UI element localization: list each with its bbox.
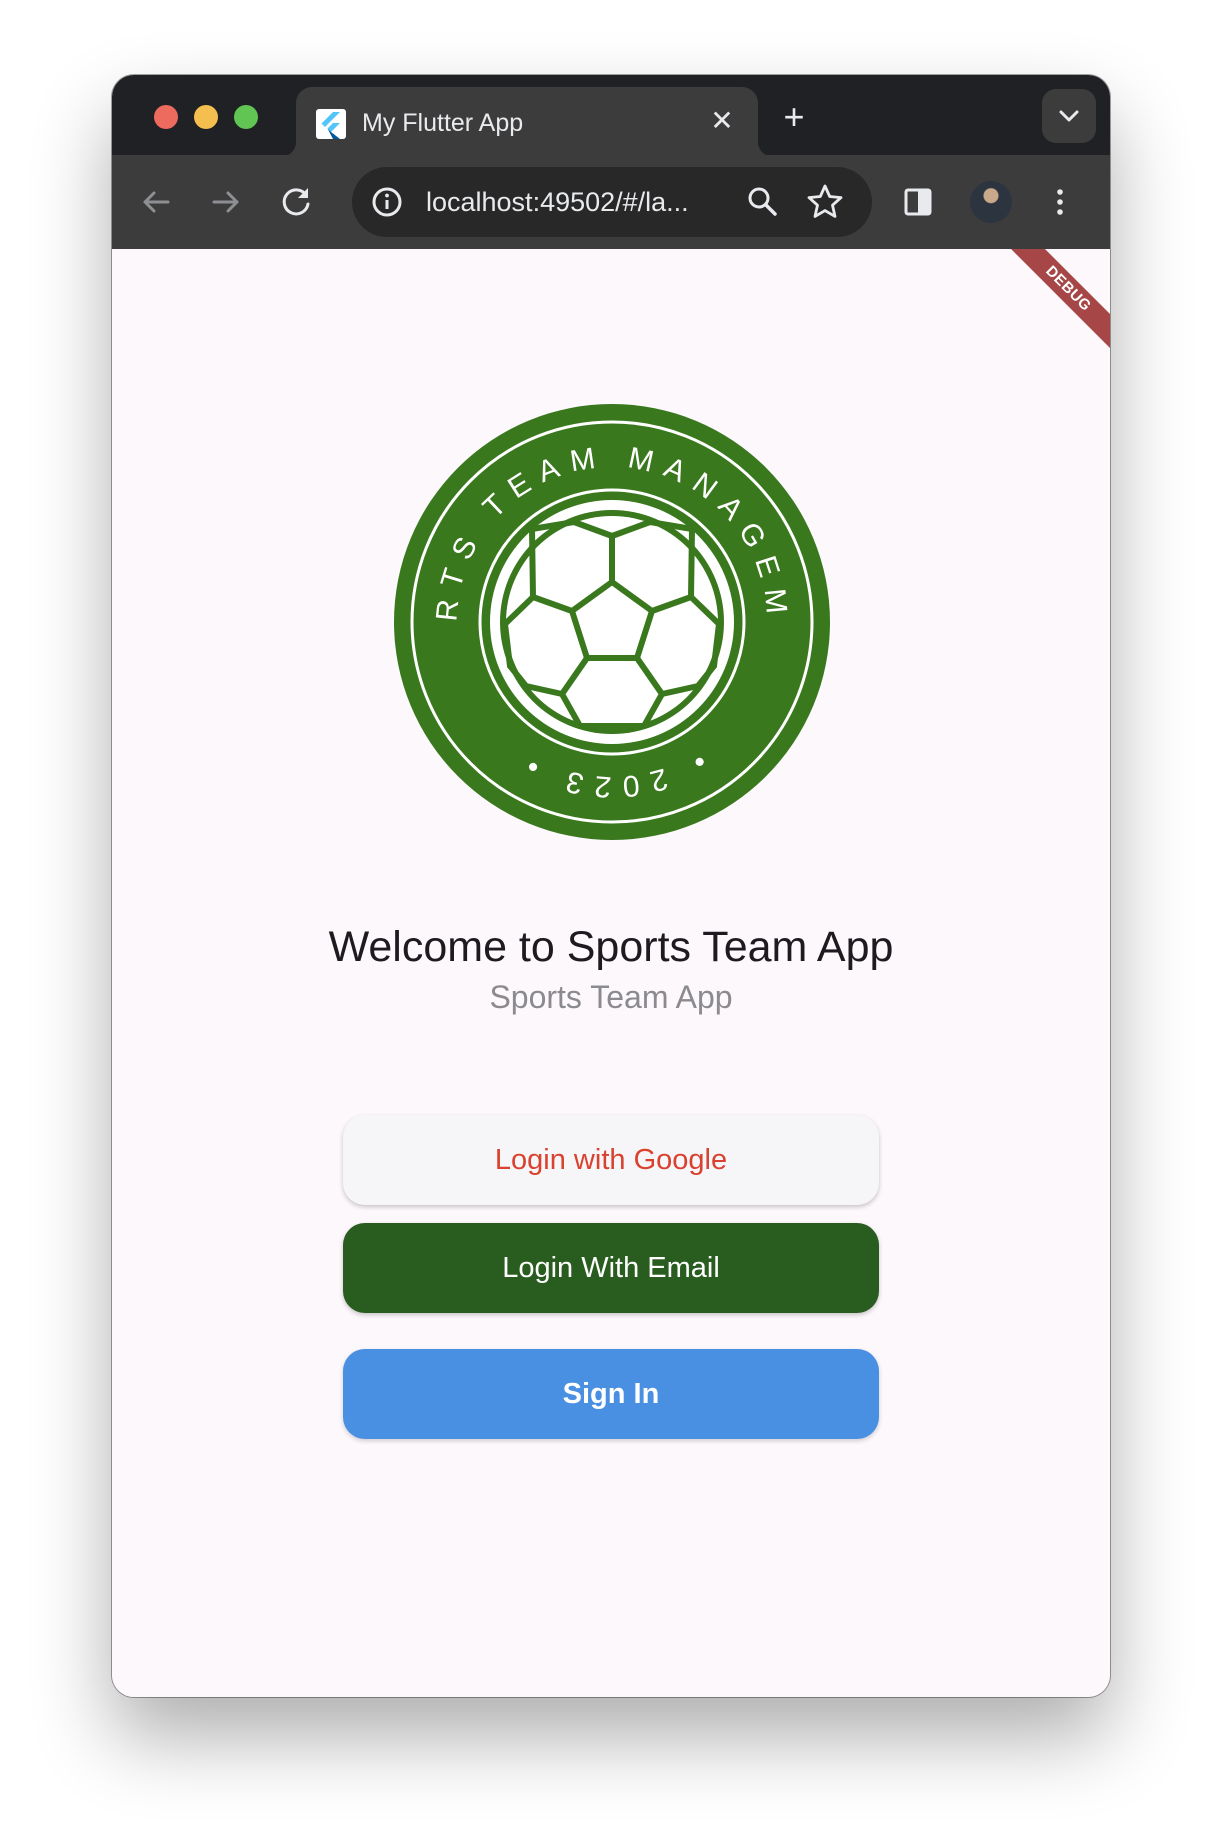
close-window-button[interactable] — [154, 105, 178, 129]
address-bar[interactable]: localhost:49502/#/la... — [352, 167, 872, 237]
tab-bar: My Flutter App ✕ + — [112, 75, 1110, 157]
tab-title: My Flutter App — [362, 109, 524, 137]
maximize-window-button[interactable] — [234, 105, 258, 129]
kebab-menu-icon[interactable] — [1036, 178, 1084, 226]
team-logo: SPORTS TEAM MANAGEMENT • 2023 • — [377, 378, 830, 840]
side-panel-icon[interactable] — [894, 178, 942, 226]
login-google-button[interactable]: Login with Google — [343, 1115, 879, 1205]
browser-tab[interactable]: My Flutter App ✕ — [280, 87, 774, 157]
back-arrow-icon[interactable] — [132, 178, 180, 226]
sign-in-button[interactable]: Sign In — [343, 1349, 879, 1439]
info-icon[interactable] — [366, 181, 408, 223]
browser-toolbar: localhost:49502/#/la... — [112, 155, 1110, 249]
browser-window: My Flutter App ✕ + localhost:49502/#/la.… — [112, 75, 1110, 1697]
reload-icon[interactable] — [272, 178, 320, 226]
app-page: DEBUG RTS TEAM MANAGEM • 2023 • Welcome … — [112, 249, 1110, 1697]
forward-arrow-icon[interactable] — [202, 178, 250, 226]
minimize-window-button[interactable] — [194, 105, 218, 129]
star-icon[interactable] — [802, 179, 848, 225]
page-title: Welcome to Sports Team App — [328, 923, 894, 971]
login-email-button[interactable]: Login With Email — [343, 1223, 879, 1313]
close-icon[interactable]: ✕ — [706, 103, 738, 139]
debug-banner: DEBUG — [1002, 249, 1110, 355]
flutter-logo-icon — [316, 109, 346, 139]
plus-icon[interactable]: + — [772, 95, 816, 139]
url-text[interactable]: localhost:49502/#/la... — [426, 185, 732, 219]
zoom-icon[interactable] — [742, 181, 784, 223]
avatar[interactable] — [970, 181, 1012, 223]
page-subtitle: Sports Team App — [489, 979, 733, 1015]
chevron-down-icon[interactable] — [1042, 89, 1096, 143]
